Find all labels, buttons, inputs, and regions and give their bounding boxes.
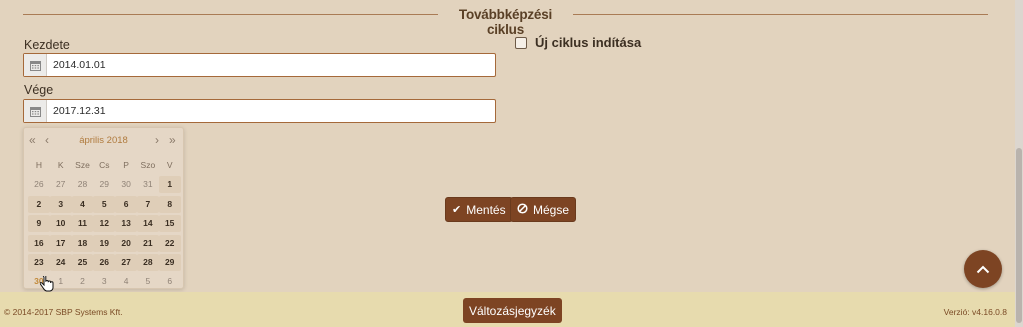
page-scrollbar[interactable] [1015, 0, 1023, 327]
day-cell[interactable]: 10 [49, 215, 72, 233]
week-row: 2345678 [28, 195, 181, 215]
calendar-icon[interactable] [24, 100, 47, 122]
weekday-label: V [166, 160, 173, 170]
weekday-label: K [57, 160, 64, 170]
new-cycle-option[interactable]: Új ciklus indítása [515, 35, 641, 50]
new-cycle-checkbox[interactable] [515, 36, 527, 49]
scrollbar-thumb[interactable] [1016, 148, 1022, 323]
start-date-field[interactable]: 2014.01.01 [23, 53, 496, 77]
day-cell[interactable]: 28 [72, 176, 94, 193]
week-row: 26 27 28 29 30 31 1 [28, 176, 181, 195]
scroll-to-top-button[interactable] [964, 250, 1002, 288]
weekday-label: H [35, 160, 42, 170]
footer-version: Verzió: v4.16.0.8 [943, 307, 1007, 317]
day-cell[interactable]: 20 [115, 234, 137, 252]
day-cell[interactable]: 5 [137, 273, 159, 290]
day-cell[interactable]: 24 [49, 253, 72, 271]
check-icon: ✔ [452, 204, 462, 216]
day-cell[interactable]: 17 [49, 234, 72, 252]
day-cell[interactable]: 29 [158, 253, 181, 271]
ban-icon [517, 202, 528, 217]
day-cell[interactable]: 11 [71, 215, 94, 233]
day-cell[interactable]: 23 [28, 253, 50, 271]
day-cell[interactable]: 25 [71, 253, 94, 271]
changelog-button[interactable]: Változásjegyzék [463, 298, 562, 323]
date-picker: « ‹ április 2018 › » H K Sze Cs P Szo V 26 27 28 2… [23, 127, 184, 289]
week-row: 23 24 25 26 27 28 29 [28, 253, 181, 273]
next-year-icon[interactable]: » [169, 134, 176, 146]
day-cell[interactable]: 2 [72, 273, 94, 290]
week-row: 9 10 11 12 13 14 15 [28, 215, 181, 234]
save-button-label: Mentés [466, 202, 506, 217]
day-cell[interactable]: 6 [115, 195, 137, 213]
day-cell[interactable]: 16 [28, 234, 50, 252]
section-divider-left [23, 14, 438, 15]
start-date-label: Kezdete [24, 38, 70, 52]
day-cell[interactable]: 31 [137, 176, 159, 193]
day-cell[interactable]: 26 [93, 253, 116, 271]
day-cell[interactable]: 21 [136, 234, 159, 252]
section-title: Továbbképzési ciklus [458, 7, 553, 37]
day-cell[interactable]: 29 [93, 176, 115, 193]
day-cell[interactable]: 5 [93, 195, 116, 213]
date-picker-month[interactable]: április 2018 [24, 135, 183, 146]
day-cell[interactable]: 7 [136, 195, 159, 213]
date-picker-header: « ‹ április 2018 › » [24, 134, 183, 148]
section-divider-right [573, 14, 988, 15]
day-cell[interactable]: 6 [159, 273, 181, 290]
new-cycle-label[interactable]: Új ciklus indítása [535, 35, 641, 50]
day-cell[interactable]: 27 [115, 253, 137, 271]
day-cell[interactable]: 27 [50, 176, 72, 193]
day-cell[interactable]: 13 [115, 215, 137, 233]
day-cell[interactable]: 22 [158, 234, 181, 252]
day-cell[interactable]: 15 [158, 215, 181, 233]
day-cell[interactable]: 26 [28, 176, 50, 193]
day-cell[interactable]: 9 [28, 215, 50, 233]
calendar-icon[interactable] [24, 54, 47, 76]
date-picker-grid: H K Sze Cs P Szo V 26 27 28 29 30 31 1 2 3 4 5 6 7 8 9 10 11 12 1… [28, 157, 181, 293]
day-cell[interactable]: 30 [115, 176, 137, 193]
weekday-label: Szo [140, 160, 156, 170]
week-row: 16 17 18 19 20 21 22 [28, 234, 181, 254]
weekday-label: Sze [75, 160, 90, 170]
footer: © 2014-2017 SBP Systems Kft. Változásjeg… [0, 292, 1015, 327]
day-cell[interactable]: 2 [28, 195, 50, 213]
day-cell[interactable]: 14 [136, 215, 159, 233]
weekday-label: P [123, 160, 129, 170]
day-cell[interactable]: 12 [93, 215, 116, 233]
weekday-label: Cs [99, 160, 110, 170]
day-cell[interactable]: 3 [93, 273, 115, 290]
day-cell[interactable]: 19 [93, 234, 116, 252]
day-cell[interactable]: 28 [136, 253, 159, 271]
end-date-field[interactable]: 2017.12.31 [23, 99, 496, 123]
day-cell[interactable]: 8 [158, 195, 181, 213]
weekday-header-row: H K Sze Cs P Szo V [28, 157, 181, 176]
footer-copyright: © 2014-2017 SBP Systems Kft. [4, 307, 123, 317]
end-date-input[interactable]: 2017.12.31 [47, 105, 106, 117]
day-cell[interactable]: 4 [71, 195, 94, 213]
day-cell[interactable]: 18 [71, 234, 94, 252]
cancel-button[interactable]: Mégse [510, 197, 577, 222]
day-cell[interactable]: 1 [158, 176, 181, 194]
cancel-button-label: Mégse [533, 202, 570, 217]
day-cell[interactable]: 3 [49, 195, 72, 213]
end-date-label: Vége [24, 83, 54, 97]
chevron-up-icon [976, 265, 990, 273]
save-button[interactable]: ✔ Mentés [445, 197, 513, 222]
start-date-input[interactable]: 2014.01.01 [47, 59, 106, 71]
day-cell[interactable]: 4 [115, 273, 137, 290]
next-month-icon[interactable]: › [155, 134, 159, 146]
